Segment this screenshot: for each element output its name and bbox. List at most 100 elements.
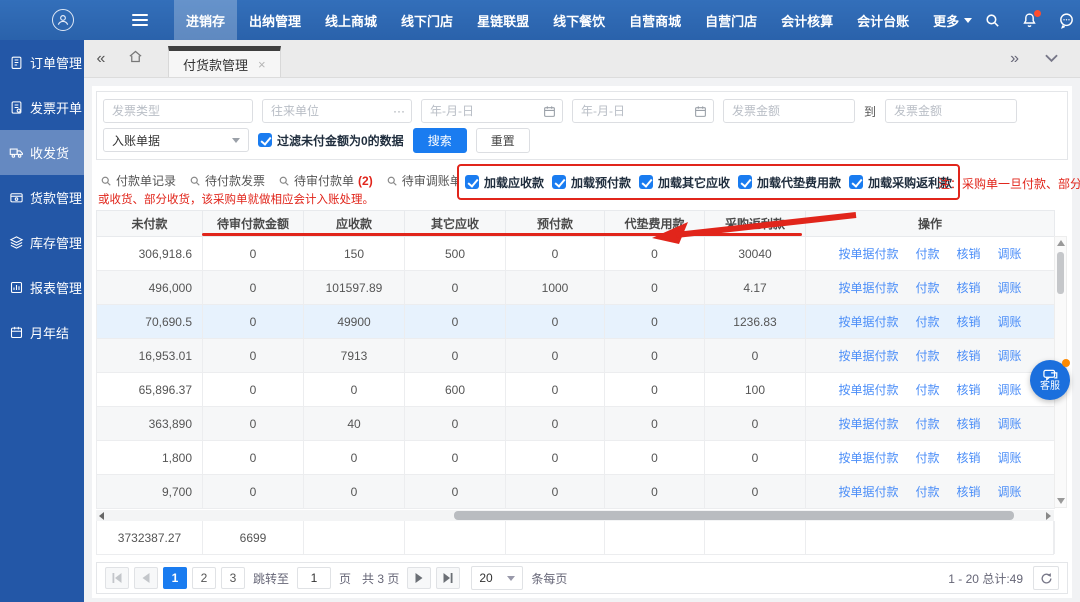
table-row[interactable]: 1,800000000按单据付款付款核销调账 <box>97 441 1055 475</box>
table-row[interactable]: 496,0000101597.890100004.17按单据付款付款核销调账 <box>97 271 1055 305</box>
last-page-button[interactable] <box>436 567 460 589</box>
table-row[interactable]: 9,700000000按单据付款付款核销调账 <box>97 475 1055 509</box>
scroll-left-icon[interactable] <box>99 512 104 520</box>
action-link[interactable]: 调账 <box>998 415 1022 432</box>
expand-tabs-icon[interactable]: » <box>1010 50 1019 68</box>
tab-pay-goods[interactable]: 付货款管理 × <box>168 46 281 77</box>
search-button[interactable]: 搜索 <box>413 128 467 153</box>
sidebar-item-shipping[interactable]: 收发货 <box>0 130 84 175</box>
topnav-item[interactable]: 进销存 <box>174 0 237 40</box>
scroll-up-icon[interactable] <box>1057 240 1065 246</box>
partner-input[interactable] <box>262 99 412 123</box>
action-link[interactable]: 核销 <box>957 347 981 364</box>
load-option-checkbox[interactable]: 加载预付款 <box>552 174 631 191</box>
reset-button[interactable]: 重置 <box>476 128 530 153</box>
amount-min-input[interactable] <box>723 99 855 123</box>
table-row[interactable]: 16,953.01079130000按单据付款付款核销调账 <box>97 339 1055 373</box>
action-link[interactable]: 付款 <box>915 415 939 432</box>
action-link[interactable]: 调账 <box>998 483 1022 500</box>
date-to-input[interactable] <box>572 99 714 123</box>
table-row[interactable]: 306,918.601505000030040按单据付款付款核销调账 <box>97 237 1055 271</box>
action-link[interactable]: 按单据付款 <box>838 347 898 364</box>
action-link[interactable]: 调账 <box>998 279 1022 296</box>
calendar-icon[interactable] <box>543 105 556 118</box>
action-link[interactable]: 核销 <box>957 245 981 262</box>
action-link[interactable]: 调账 <box>998 313 1022 330</box>
load-option-checkbox[interactable]: 加载应收款 <box>465 174 544 191</box>
first-page-button[interactable] <box>105 567 129 589</box>
quicklink[interactable]: 付款单记录 <box>100 172 176 189</box>
sidebar-item-inventory[interactable]: 库存管理 <box>0 220 84 265</box>
action-link[interactable]: 调账 <box>998 245 1022 262</box>
topnav-item[interactable]: 会计核算 <box>769 0 845 40</box>
action-link[interactable]: 按单据付款 <box>838 483 898 500</box>
topnav-item[interactable]: 线下门店 <box>389 0 465 40</box>
quicklink[interactable]: 待付款发票 <box>189 172 265 189</box>
sidebar-item-order[interactable]: 订单管理 <box>0 40 84 85</box>
scroll-right-icon[interactable] <box>1046 512 1051 520</box>
action-link[interactable]: 核销 <box>957 483 981 500</box>
page-number-button[interactable]: 1 <box>163 567 187 589</box>
date-from-input[interactable] <box>421 99 563 123</box>
scroll-down-icon[interactable] <box>1057 498 1065 504</box>
action-link[interactable]: 调账 <box>998 449 1022 466</box>
hamburger-menu-icon[interactable] <box>132 14 148 26</box>
table-row[interactable]: 65,896.370060000100按单据付款付款核销调账 <box>97 373 1055 407</box>
action-link[interactable]: 按单据付款 <box>838 449 898 466</box>
action-link[interactable]: 付款 <box>915 449 939 466</box>
action-link[interactable]: 付款 <box>915 483 939 500</box>
sidebar-item-report[interactable]: 报表管理 <box>0 265 84 310</box>
sidebar-item-calendar[interactable]: 月年结 <box>0 310 84 355</box>
topnav-item[interactable]: 星链联盟 <box>465 0 541 40</box>
action-link[interactable]: 按单据付款 <box>838 381 898 398</box>
action-link[interactable]: 按单据付款 <box>838 279 898 296</box>
action-link[interactable]: 按单据付款 <box>838 415 898 432</box>
action-link[interactable]: 付款 <box>915 347 939 364</box>
entry-doc-select[interactable]: 入账单据 <box>103 128 249 152</box>
messages-chat-icon[interactable] <box>1058 12 1075 29</box>
next-page-button[interactable] <box>407 567 431 589</box>
page-number-button[interactable]: 3 <box>221 567 245 589</box>
action-link[interactable]: 付款 <box>915 245 939 262</box>
sidebar-item-invoice[interactable]: 发票开单 <box>0 85 84 130</box>
topnav-more[interactable]: 更多 <box>921 0 984 40</box>
topnav-item[interactable]: 自营门店 <box>693 0 769 40</box>
page-number-button[interactable]: 2 <box>192 567 216 589</box>
quicklink[interactable]: 待审付款单(2) <box>278 172 373 189</box>
load-option-checkbox[interactable]: 加载采购返利款 <box>849 174 952 191</box>
filter-zero-checkbox[interactable]: 过滤未付金额为0的数据 <box>258 132 404 149</box>
action-link[interactable]: 核销 <box>957 449 981 466</box>
notifications-bell-icon[interactable] <box>1021 12 1038 29</box>
topnav-item[interactable]: 线上商城 <box>313 0 389 40</box>
action-link[interactable]: 按单据付款 <box>838 245 898 262</box>
collapse-sidebar-icon[interactable]: « <box>84 50 118 68</box>
table-row[interactable]: 363,8900400000按单据付款付款核销调账 <box>97 407 1055 441</box>
search-icon[interactable] <box>984 12 1001 29</box>
user-avatar-icon[interactable] <box>52 9 74 31</box>
topnav-item[interactable]: 出纳管理 <box>237 0 313 40</box>
prev-page-button[interactable] <box>134 567 158 589</box>
close-tab-icon[interactable]: × <box>258 57 266 72</box>
invoice-type-input[interactable] <box>103 99 253 123</box>
home-icon[interactable] <box>118 49 152 69</box>
action-link[interactable]: 调账 <box>998 347 1022 364</box>
sidebar-item-payment[interactable]: 货款管理 <box>0 175 84 220</box>
topnav-item[interactable]: 会计台账 <box>845 0 921 40</box>
action-link[interactable]: 核销 <box>957 415 981 432</box>
refresh-button[interactable] <box>1033 566 1059 590</box>
tab-list-chevron-icon[interactable] <box>1045 54 1058 63</box>
action-link[interactable]: 付款 <box>915 313 939 330</box>
partner-picker-icon[interactable]: ··· <box>393 104 405 118</box>
action-link[interactable]: 核销 <box>957 313 981 330</box>
page-size-select[interactable]: 20 <box>471 566 523 590</box>
calendar-icon[interactable] <box>694 105 707 118</box>
vertical-scroll-thumb[interactable] <box>1057 252 1064 294</box>
amount-max-input[interactable] <box>885 99 1017 123</box>
jump-page-input[interactable] <box>297 567 331 589</box>
action-link[interactable]: 核销 <box>957 279 981 296</box>
topnav-item[interactable]: 线下餐饮 <box>541 0 617 40</box>
action-link[interactable]: 按单据付款 <box>838 313 898 330</box>
action-link[interactable]: 调账 <box>998 381 1022 398</box>
action-link[interactable]: 核销 <box>957 381 981 398</box>
load-option-checkbox[interactable]: 加载代垫费用款 <box>738 174 841 191</box>
